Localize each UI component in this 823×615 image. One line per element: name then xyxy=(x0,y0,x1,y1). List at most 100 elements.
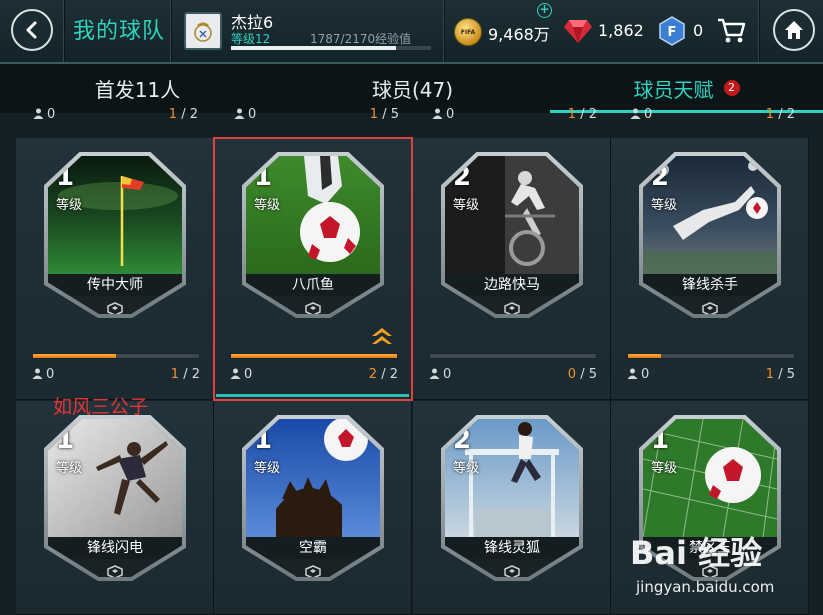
talent-badge: 2 等级 锋线杀手 xyxy=(639,152,781,318)
talent-progress-bar xyxy=(32,353,200,359)
fifa-points-balance: 0 xyxy=(693,21,704,40)
tab-bar: 首发11人 球员(47) 球员天赋 2 xyxy=(0,64,823,112)
talent-card-striker-lightning[interactable]: 1 等级 锋线闪电 xyxy=(16,401,214,615)
cube-icon xyxy=(305,565,321,577)
hex-body: 2 等级 锋线杀手 xyxy=(643,156,777,314)
talent-card-striker-fox[interactable]: 2 等级 锋线灵狐 xyxy=(413,401,611,615)
hex-body: 1 等级 空霸 xyxy=(246,419,380,577)
owned-count: 0 xyxy=(244,367,253,382)
max-count: / 5 xyxy=(576,367,597,382)
talent-badge: 1 等级 空霸 xyxy=(242,415,384,581)
hex-body: 2 等级 锋线灵狐 xyxy=(445,419,579,577)
talent-progress-fill xyxy=(33,354,116,358)
talent-card-crossing-master[interactable]: 1 等级 传中大师 0 1 / 2 xyxy=(16,138,214,400)
page-title: 我的球队 xyxy=(73,19,166,44)
header-divider xyxy=(758,0,760,62)
tab-players[interactable]: 球员(47) xyxy=(275,64,550,112)
talent-card-octopus[interactable]: 1 等级 八爪鱼 0 2 / 2 xyxy=(213,137,413,401)
talent-count: 0 2 / 2 xyxy=(230,367,398,382)
add-currency-plus-icon[interactable]: + xyxy=(537,3,552,18)
person-icon xyxy=(33,108,44,119)
tab-starting-eleven[interactable]: 首发11人 xyxy=(0,64,275,112)
hex-body: 2 等级 边路快马 xyxy=(445,156,579,314)
hex-body: 1 等级 传中大师 xyxy=(48,156,182,314)
max-count: / 2 xyxy=(377,367,398,382)
talent-level-label: 等级 xyxy=(651,461,678,476)
baidu-jingyan-logo: Bai 经验 xyxy=(630,534,763,572)
svg-text:F: F xyxy=(668,25,677,40)
talent-card-wing-speed[interactable]: 2 等级 边路快马 0 0 / 5 xyxy=(413,138,611,400)
talent-progress-bar xyxy=(230,353,398,359)
header-divider xyxy=(443,0,445,62)
xp-progress-fill xyxy=(231,46,396,50)
owned-count: 0 xyxy=(446,107,455,122)
hex-body: 1 等级 八爪鱼 xyxy=(246,156,380,314)
cube-icon xyxy=(107,302,123,314)
top-bar: 我的球队 杰拉6 等级12 1787/2170经验值 FIFA 9,468万 +… xyxy=(0,0,823,64)
home-icon xyxy=(785,21,803,39)
person-icon xyxy=(429,368,440,379)
notification-badge: 2 xyxy=(723,80,740,96)
talent-name: 锋线杀手 xyxy=(643,274,777,296)
current-count: 0 xyxy=(567,367,577,382)
header-divider xyxy=(63,0,65,62)
gem-icon xyxy=(564,20,592,43)
club-crest-icon xyxy=(194,22,212,42)
current-count: 1 xyxy=(567,107,577,122)
talent-progress-fill xyxy=(628,354,662,358)
talent-level-label: 等级 xyxy=(254,461,281,476)
talent-name: 空霸 xyxy=(246,537,380,559)
talent-badge: 2 等级 边路快马 xyxy=(441,152,583,318)
cube-icon xyxy=(504,302,520,314)
current-count: 1 xyxy=(765,107,775,122)
person-icon xyxy=(432,108,443,119)
tab-label: 首发11人 xyxy=(94,77,181,102)
back-button[interactable] xyxy=(11,9,53,51)
coin-balance: 9,468万 xyxy=(488,25,550,44)
talent-progress-bar xyxy=(627,353,795,359)
top-row-count: 0 1 / 2 xyxy=(432,107,597,122)
talent-badge: 1 等级 锋线闪电 xyxy=(44,415,186,581)
max-count: / 2 xyxy=(778,107,795,122)
owned-count: 0 xyxy=(46,367,55,382)
talent-level-label: 等级 xyxy=(254,198,281,213)
tab-label: 球员(47) xyxy=(371,77,454,102)
owned-count: 0 xyxy=(47,107,56,122)
talent-card-aerial-dominator[interactable]: 1 等级 空霸 xyxy=(214,401,412,615)
talent-level-label: 等级 xyxy=(453,461,480,476)
talent-progress-bar xyxy=(429,353,597,359)
cube-icon xyxy=(702,302,718,314)
player-level: 等级12 xyxy=(231,32,271,46)
talent-card-striker-killer[interactable]: 2 等级 锋线杀手 0 1 / 5 xyxy=(611,138,809,400)
max-count: / 2 xyxy=(580,107,597,122)
current-count: 1 xyxy=(369,107,379,122)
person-icon xyxy=(627,368,638,379)
header-divider xyxy=(170,0,172,62)
cube-icon xyxy=(305,302,321,314)
upgrade-chevron-icon[interactable] xyxy=(370,326,394,346)
max-count: / 5 xyxy=(774,367,795,382)
home-button[interactable] xyxy=(773,9,815,51)
top-row-count: 0 1 / 5 xyxy=(234,107,399,122)
tab-player-talents[interactable]: 球员天赋 2 xyxy=(550,64,823,112)
chevron-left-icon xyxy=(26,21,37,39)
talent-name: 锋线灵狐 xyxy=(445,537,579,559)
talent-level-label: 等级 xyxy=(651,198,678,213)
current-count: 2 xyxy=(368,367,378,382)
cube-icon xyxy=(504,565,520,577)
max-count: / 2 xyxy=(179,367,200,382)
talent-badge: 1 等级 八爪鱼 xyxy=(242,152,384,318)
top-row-count: 0 1 / 2 xyxy=(33,107,198,122)
talent-badge: 2 等级 锋线灵狐 xyxy=(441,415,583,581)
owned-count: 0 xyxy=(443,367,452,382)
person-icon xyxy=(32,368,43,379)
shopping-cart-icon[interactable] xyxy=(716,17,746,45)
talent-badge: 1 等级 传中大师 xyxy=(44,152,186,318)
top-row-count: 0 1 / 2 xyxy=(630,107,795,122)
talent-level-label: 等级 xyxy=(56,198,83,213)
cube-icon xyxy=(107,565,123,577)
club-crest-avatar[interactable] xyxy=(184,12,222,50)
talent-count: 0 1 / 5 xyxy=(627,367,795,382)
gem-balance: 1,862 xyxy=(598,21,644,40)
fifa-points-icon: F xyxy=(659,16,685,46)
